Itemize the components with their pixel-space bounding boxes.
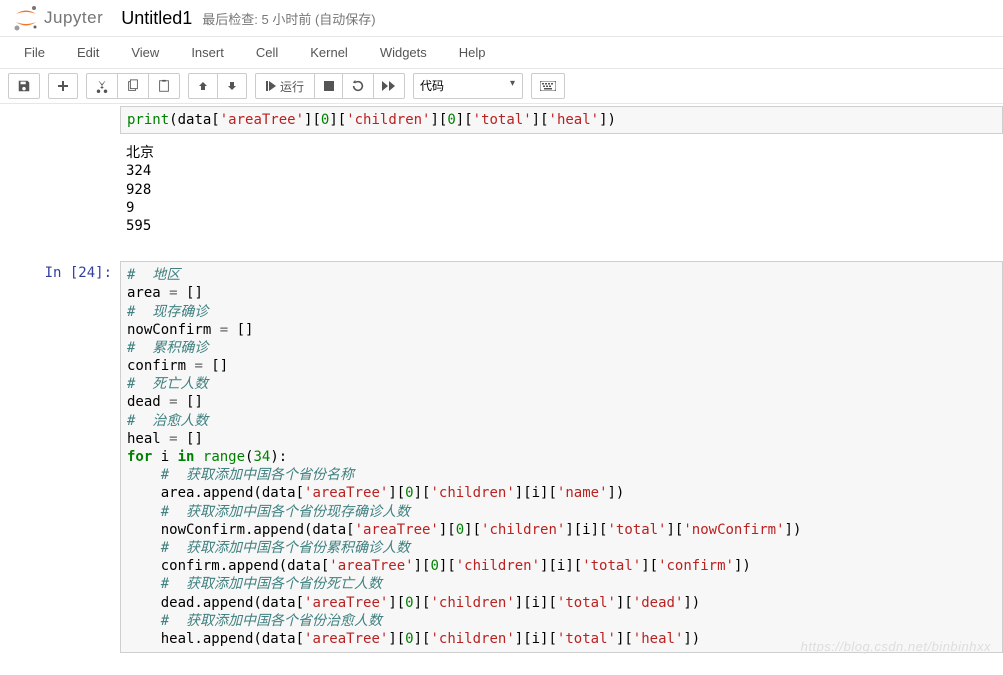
menubar: File Edit View Insert Cell Kernel Widget… xyxy=(0,37,1003,69)
toolbar: 运行 代码 xyxy=(0,69,1003,104)
menu-kernel[interactable]: Kernel xyxy=(294,37,364,68)
notebook-container: print(data['areaTree'][0]['children'][0]… xyxy=(0,104,1003,675)
interrupt-button[interactable] xyxy=(315,73,343,99)
copy-button[interactable] xyxy=(118,73,149,99)
code-input[interactable]: # 地区 area = [] # 现存确诊 nowConfirm = [] # … xyxy=(120,261,1003,653)
menu-edit[interactable]: Edit xyxy=(61,37,115,68)
output-text: 北京 324 928 9 595 xyxy=(120,138,1003,241)
menu-widgets[interactable]: Widgets xyxy=(364,37,443,68)
paste-button[interactable] xyxy=(149,73,180,99)
output-prompt xyxy=(0,138,120,241)
input-prompt: In [24]: xyxy=(0,261,120,653)
checkpoint-status: 最后检查: 5 小时前 (自动保存) xyxy=(202,9,375,28)
output-cell: 北京 324 928 9 595 xyxy=(0,136,1003,243)
menu-file[interactable]: File xyxy=(8,37,61,68)
notebook-name[interactable]: Untitled1 xyxy=(121,8,192,29)
input-prompt xyxy=(0,106,120,134)
jupyter-logo-text: Jupyter xyxy=(44,8,103,28)
run-label: 运行 xyxy=(280,78,304,95)
menu-view[interactable]: View xyxy=(115,37,175,68)
code-cell[interactable]: In [24]: # 地区 area = [] # 现存确诊 nowConfir… xyxy=(0,259,1003,655)
restart-button[interactable] xyxy=(343,73,374,99)
cell-type-select[interactable]: 代码 xyxy=(413,73,523,99)
menu-help[interactable]: Help xyxy=(443,37,502,68)
jupyter-logo[interactable]: Jupyter xyxy=(12,4,103,32)
command-palette-button[interactable] xyxy=(531,73,565,99)
watermark: https://blog.csdn.net/binbinhxx xyxy=(801,639,991,654)
notebook-header: Jupyter Untitled1 最后检查: 5 小时前 (自动保存) xyxy=(0,0,1003,37)
code-input[interactable]: print(data['areaTree'][0]['children'][0]… xyxy=(120,106,1003,134)
move-down-button[interactable] xyxy=(218,73,247,99)
run-button[interactable]: 运行 xyxy=(255,73,315,99)
restart-run-all-button[interactable] xyxy=(374,73,405,99)
code-cell[interactable]: print(data['areaTree'][0]['children'][0]… xyxy=(0,104,1003,136)
save-button[interactable] xyxy=(8,73,40,99)
menu-cell[interactable]: Cell xyxy=(240,37,294,68)
cut-button[interactable] xyxy=(86,73,118,99)
menu-insert[interactable]: Insert xyxy=(175,37,240,68)
move-up-button[interactable] xyxy=(188,73,218,99)
jupyter-logo-icon xyxy=(12,4,40,32)
add-cell-button[interactable] xyxy=(48,73,78,99)
